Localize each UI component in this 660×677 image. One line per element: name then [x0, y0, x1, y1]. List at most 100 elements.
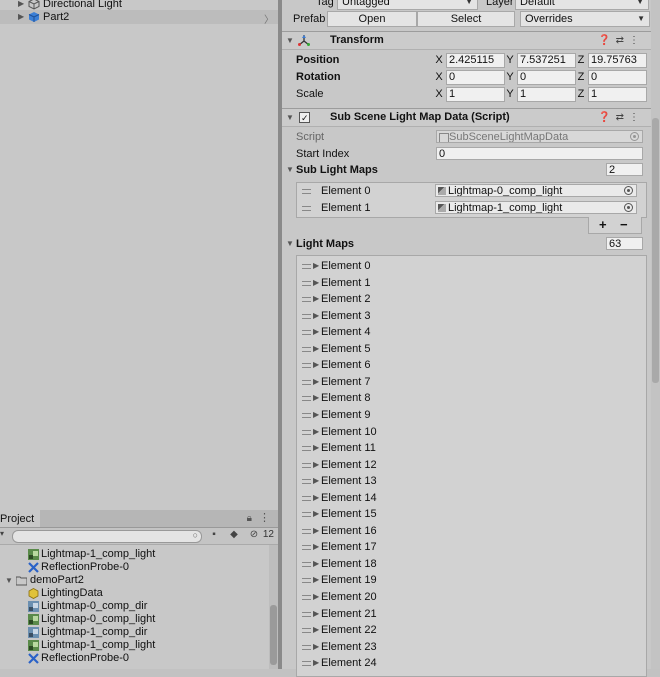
expand-arrow-icon[interactable]: ▶: [313, 424, 319, 440]
list-item[interactable]: ▼ demoPart2: [0, 574, 268, 587]
drag-handle-icon[interactable]: [302, 313, 311, 319]
select-button[interactable]: Select: [417, 11, 515, 27]
drag-handle-icon[interactable]: [302, 297, 311, 303]
drag-handle-icon[interactable]: [302, 611, 311, 617]
expand-arrow-icon[interactable]: ▶: [313, 390, 319, 406]
tab-project[interactable]: Project: [0, 510, 41, 527]
drag-handle-icon[interactable]: [302, 495, 311, 501]
list-item[interactable]: Lightmap-1_comp_light: [0, 639, 268, 652]
inspector-scrollbar[interactable]: [651, 0, 660, 669]
drag-handle-icon[interactable]: [302, 379, 311, 385]
drag-handle-icon[interactable]: [302, 479, 311, 485]
hierarchy-item[interactable]: ▶ Part2: [0, 10, 278, 24]
drag-handle-icon[interactable]: [302, 595, 311, 600]
drag-handle-icon[interactable]: [302, 189, 311, 194]
expand-arrow-icon[interactable]: ▶: [313, 357, 319, 373]
scroll-right-icon[interactable]: 〉: [264, 11, 274, 26]
transform-header[interactable]: ▼ Transform ❓⇄⋮: [282, 31, 652, 50]
list-item[interactable]: ▶ Element 13: [297, 473, 646, 489]
drag-handle-icon[interactable]: [302, 330, 311, 336]
light-maps-size-field[interactable]: 63: [606, 237, 643, 250]
list-item[interactable]: Lightmap-1_comp_light: [0, 548, 268, 561]
object-picker-icon[interactable]: [624, 186, 633, 195]
list-item[interactable]: ▶ Element 10: [297, 424, 646, 440]
list-item[interactable]: ▶ Element 23: [297, 639, 646, 655]
list-item[interactable]: ▶ Element 8: [297, 390, 646, 406]
drag-handle-icon[interactable]: [302, 528, 311, 534]
expand-arrow-icon[interactable]: ▶: [313, 606, 319, 622]
drag-handle-icon[interactable]: [302, 512, 311, 518]
collapse-arrow-icon[interactable]: ▼: [286, 239, 294, 248]
list-item[interactable]: Element 1 Lightmap-1_comp_light: [297, 200, 646, 216]
expand-arrow-icon[interactable]: ▶: [313, 556, 319, 572]
list-item[interactable]: ▶ Element 9: [297, 407, 646, 423]
drag-handle-icon[interactable]: [302, 561, 311, 567]
expand-arrow-icon[interactable]: ▶: [313, 275, 319, 291]
expand-arrow-icon[interactable]: ▶: [313, 440, 319, 456]
drag-handle-icon[interactable]: [302, 412, 311, 418]
list-item[interactable]: ▶ Element 4: [297, 324, 646, 340]
drag-handle-icon[interactable]: [302, 396, 311, 402]
expand-arrow-icon[interactable]: ▶: [18, 10, 24, 24]
position-z-field[interactable]: 19.75763: [588, 53, 647, 68]
scale-z-field[interactable]: 1: [588, 87, 647, 102]
list-item[interactable]: Lightmap-0_comp_light: [0, 613, 268, 626]
expand-arrow-icon[interactable]: ▶: [313, 506, 319, 522]
list-item[interactable]: Lightmap-0_comp_dir: [0, 600, 268, 613]
scale-y-field[interactable]: 1: [517, 87, 576, 102]
collapse-arrow-icon[interactable]: ▼: [286, 32, 294, 49]
enabled-checkbox[interactable]: ✓: [299, 112, 310, 123]
filter-by-type-icon[interactable]: ▪: [205, 529, 223, 543]
list-item[interactable]: ReflectionProbe-0: [0, 561, 268, 574]
expand-arrow-icon[interactable]: ▶: [313, 589, 319, 605]
list-item[interactable]: ▶ Element 14: [297, 490, 646, 506]
drag-handle-icon[interactable]: [302, 446, 311, 452]
expand-arrow-icon[interactable]: ▶: [313, 622, 319, 638]
position-y-field[interactable]: 7.537251: [517, 53, 576, 68]
list-item[interactable]: ▶ Element 11: [297, 440, 646, 456]
list-item[interactable]: ▶ Element 3: [297, 308, 646, 324]
drag-handle-icon[interactable]: [302, 644, 311, 650]
list-item[interactable]: Element 0 Lightmap-0_comp_light: [297, 183, 646, 199]
add-element-button[interactable]: +: [599, 217, 607, 233]
list-item[interactable]: ReflectionProbe-0: [0, 652, 268, 665]
list-item[interactable]: ▶ Element 6: [297, 357, 646, 373]
position-x-field[interactable]: 2.425115: [446, 53, 505, 68]
expand-arrow-icon[interactable]: ▶: [313, 258, 319, 274]
collapse-arrow-icon[interactable]: ▼: [286, 109, 294, 126]
expand-arrow-icon[interactable]: ▶: [313, 572, 319, 588]
list-item[interactable]: ▶ Element 20: [297, 589, 646, 605]
lightmap-object-field[interactable]: Lightmap-0_comp_light: [435, 184, 637, 197]
scrollbar-thumb[interactable]: [652, 118, 659, 383]
start-index-field[interactable]: 0: [436, 147, 643, 160]
list-item[interactable]: ▶ Element 12: [297, 457, 646, 473]
collapse-arrow-icon[interactable]: ▼: [286, 165, 294, 174]
list-item[interactable]: ▶ Element 1: [297, 275, 646, 291]
search-clear-icon[interactable]: ○: [193, 530, 198, 540]
drag-handle-icon[interactable]: [302, 346, 311, 352]
list-item[interactable]: ▶ Element 15: [297, 506, 646, 522]
tag-dropdown[interactable]: Untagged ▼: [337, 0, 478, 10]
list-item[interactable]: ▶ Element 0: [297, 258, 646, 274]
expand-arrow-icon[interactable]: ▶: [313, 490, 319, 506]
drag-handle-icon[interactable]: [302, 264, 311, 269]
expand-arrow-icon[interactable]: ▶: [313, 523, 319, 539]
list-item[interactable]: ▶ Element 7: [297, 374, 646, 390]
drag-handle-icon[interactable]: [302, 578, 311, 584]
list-item[interactable]: ▶ Element 2: [297, 291, 646, 307]
expand-arrow-icon[interactable]: ▶: [313, 407, 319, 423]
list-item[interactable]: ▶ Element 5: [297, 341, 646, 357]
overrides-dropdown[interactable]: Overrides ▼: [520, 11, 650, 27]
object-picker-icon[interactable]: [624, 203, 633, 212]
rotation-y-field[interactable]: 0: [517, 70, 576, 85]
expand-arrow-icon[interactable]: ▶: [313, 324, 319, 340]
list-item[interactable]: ▶ Element 19: [297, 572, 646, 588]
list-item[interactable]: ▶ Element 16: [297, 523, 646, 539]
scrollbar-thumb[interactable]: [270, 605, 277, 665]
list-item[interactable]: Lightmap-1_comp_dir: [0, 626, 268, 639]
filter-by-label-icon[interactable]: ◆: [225, 529, 243, 543]
expand-arrow-icon[interactable]: ▶: [313, 457, 319, 473]
help-icon[interactable]: ❓: [598, 112, 615, 123]
more-menu-icon[interactable]: ⋮: [259, 511, 270, 524]
expand-arrow-icon[interactable]: ▶: [313, 341, 319, 357]
